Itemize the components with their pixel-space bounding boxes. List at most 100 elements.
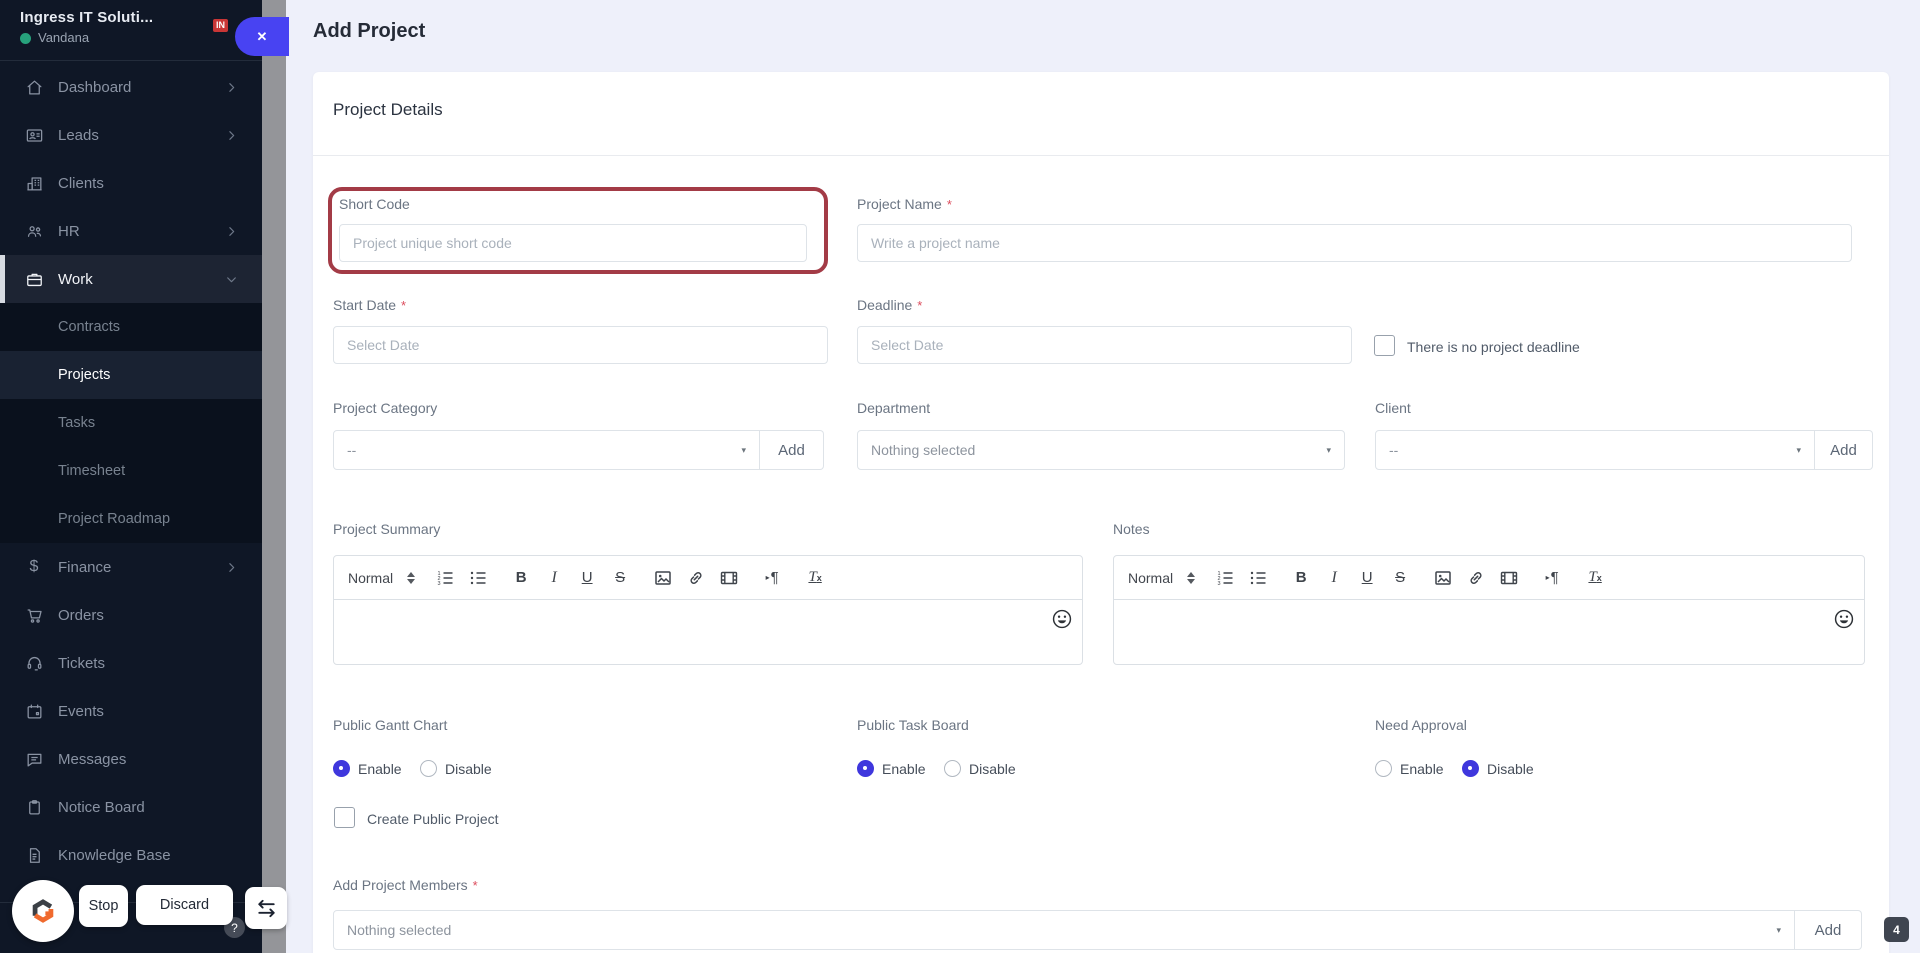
no-deadline-checkbox[interactable]: [1374, 335, 1395, 356]
text-direction-icon[interactable]: ▸ ¶: [762, 568, 782, 588]
client-label: Client: [1375, 400, 1411, 416]
discard-button[interactable]: Discard: [136, 885, 233, 925]
sidebar-item-finance[interactable]: $ Finance: [0, 543, 262, 591]
approval-disable-label[interactable]: Disable: [1487, 761, 1534, 777]
gantt-enable-radio[interactable]: [333, 760, 350, 777]
sidebar-subitem-tasks[interactable]: Tasks: [0, 399, 262, 447]
ordered-list-icon[interactable]: 123: [1215, 568, 1235, 588]
create-public-project-label[interactable]: Create Public Project: [367, 811, 499, 827]
add-member-button[interactable]: Add: [1795, 910, 1862, 950]
sidebar-subitem-project-roadmap[interactable]: Project Roadmap: [0, 495, 262, 543]
home-icon: [24, 77, 44, 97]
link-icon[interactable]: [686, 568, 706, 588]
sidebar-scrollbar[interactable]: [262, 0, 286, 953]
taskboard-enable-label[interactable]: Enable: [882, 761, 926, 777]
add-client-button[interactable]: Add: [1815, 430, 1873, 470]
underline-icon[interactable]: U: [577, 568, 597, 588]
underline-icon[interactable]: U: [1357, 568, 1377, 588]
taskboard-disable-label[interactable]: Disable: [969, 761, 1016, 777]
close-sidebar-button[interactable]: ✕: [235, 17, 289, 56]
sidebar-subitem-timesheet[interactable]: Timesheet: [0, 447, 262, 495]
notification-count-badge[interactable]: 4: [1884, 917, 1909, 942]
stop-button[interactable]: Stop: [79, 885, 128, 927]
sidebar-item-label: Notice Board: [58, 798, 145, 816]
format-dropdown[interactable]: Normal: [348, 570, 416, 586]
project-details-card: [313, 72, 1889, 953]
sidebar-subitem-contracts[interactable]: Contracts: [0, 303, 262, 351]
sidebar-item-knowledge-base[interactable]: Knowledge Base: [0, 831, 262, 879]
chevron-down-icon: [225, 273, 238, 286]
project-category-select[interactable]: -- ▾: [333, 430, 760, 470]
italic-icon[interactable]: I: [544, 568, 564, 588]
bullet-list-icon[interactable]: [468, 568, 488, 588]
project-summary-textarea[interactable]: [334, 600, 1082, 664]
clear-formatting-icon[interactable]: Tx: [1585, 568, 1605, 588]
link-icon[interactable]: [1466, 568, 1486, 588]
video-icon[interactable]: [1499, 568, 1519, 588]
swap-panel-button[interactable]: [245, 887, 287, 929]
gantt-enable-label[interactable]: Enable: [358, 761, 402, 777]
approval-enable-radio[interactable]: [1375, 760, 1392, 777]
video-icon[interactable]: [719, 568, 739, 588]
approval-disable-radio[interactable]: [1462, 760, 1479, 777]
start-date-input[interactable]: [333, 326, 828, 364]
sidebar-item-messages[interactable]: Messages: [0, 735, 262, 783]
client-select[interactable]: -- ▾: [1375, 430, 1815, 470]
department-select[interactable]: Nothing selected ▾: [857, 430, 1345, 470]
image-icon[interactable]: [653, 568, 673, 588]
members-select[interactable]: Nothing selected ▾: [333, 910, 1795, 950]
emoji-icon[interactable]: [1051, 608, 1073, 630]
strikethrough-icon[interactable]: S: [610, 568, 630, 588]
bold-icon[interactable]: B: [511, 568, 531, 588]
bold-icon[interactable]: B: [1291, 568, 1311, 588]
sidebar-item-events[interactable]: Events: [0, 687, 262, 735]
create-public-project-checkbox[interactable]: [334, 807, 355, 828]
image-icon[interactable]: [1433, 568, 1453, 588]
format-dropdown[interactable]: Normal: [1128, 570, 1196, 586]
public-task-board-label: Public Task Board: [857, 717, 969, 733]
notes-textarea[interactable]: [1114, 600, 1864, 664]
sidebar-item-label: Knowledge Base: [58, 846, 171, 864]
project-summary-label: Project Summary: [333, 521, 441, 537]
sidebar-subitem-projects[interactable]: Projects: [0, 351, 262, 399]
strikethrough-icon[interactable]: S: [1390, 568, 1410, 588]
public-gantt-chart-label: Public Gantt Chart: [333, 717, 448, 733]
required-asterisk: *: [472, 878, 478, 893]
bullet-list-icon[interactable]: [1248, 568, 1268, 588]
text-direction-icon[interactable]: ▸ ¶: [1542, 568, 1562, 588]
gantt-disable-label[interactable]: Disable: [445, 761, 492, 777]
caret-down-icon: ▾: [1326, 444, 1331, 455]
sidebar-item-dashboard[interactable]: Dashboard: [0, 63, 262, 111]
sidebar-item-label: Tickets: [58, 654, 105, 672]
taskboard-enable-radio[interactable]: [857, 760, 874, 777]
headset-icon: [24, 653, 44, 673]
emoji-icon[interactable]: [1833, 608, 1855, 630]
taskboard-disable-radio[interactable]: [944, 760, 961, 777]
sidebar-item-orders[interactable]: Orders: [0, 591, 262, 639]
no-deadline-label[interactable]: There is no project deadline: [1407, 339, 1580, 355]
deadline-input[interactable]: [857, 326, 1352, 364]
clear-formatting-icon[interactable]: Tx: [805, 568, 825, 588]
notes-label: Notes: [1113, 521, 1150, 537]
short-code-input[interactable]: [339, 224, 807, 262]
sidebar-item-hr[interactable]: HR: [0, 207, 262, 255]
approval-enable-label[interactable]: Enable: [1400, 761, 1444, 777]
page-title: Add Project: [313, 20, 426, 42]
ordered-list-icon[interactable]: 123: [435, 568, 455, 588]
italic-icon[interactable]: I: [1324, 568, 1344, 588]
sidebar-item-notice-board[interactable]: Notice Board: [0, 783, 262, 831]
project-name-input[interactable]: [857, 224, 1852, 262]
sidebar-item-label: Events: [58, 702, 104, 720]
divider: [313, 155, 1889, 156]
sidebar-item-work[interactable]: Work: [0, 255, 262, 303]
add-category-button[interactable]: Add: [760, 430, 824, 470]
sidebar-item-clients[interactable]: Clients: [0, 159, 262, 207]
agent-logo-button[interactable]: [12, 880, 74, 942]
sidebar-item-tickets[interactable]: Tickets: [0, 639, 262, 687]
gantt-disable-radio[interactable]: [420, 760, 437, 777]
sidebar-item-leads[interactable]: Leads: [0, 111, 262, 159]
org-name[interactable]: Ingress IT Soluti...: [20, 9, 153, 26]
chevron-right-icon: [225, 129, 238, 142]
close-icon: ✕: [256, 28, 268, 44]
sidebar-subitem-label: Tasks: [58, 415, 96, 431]
